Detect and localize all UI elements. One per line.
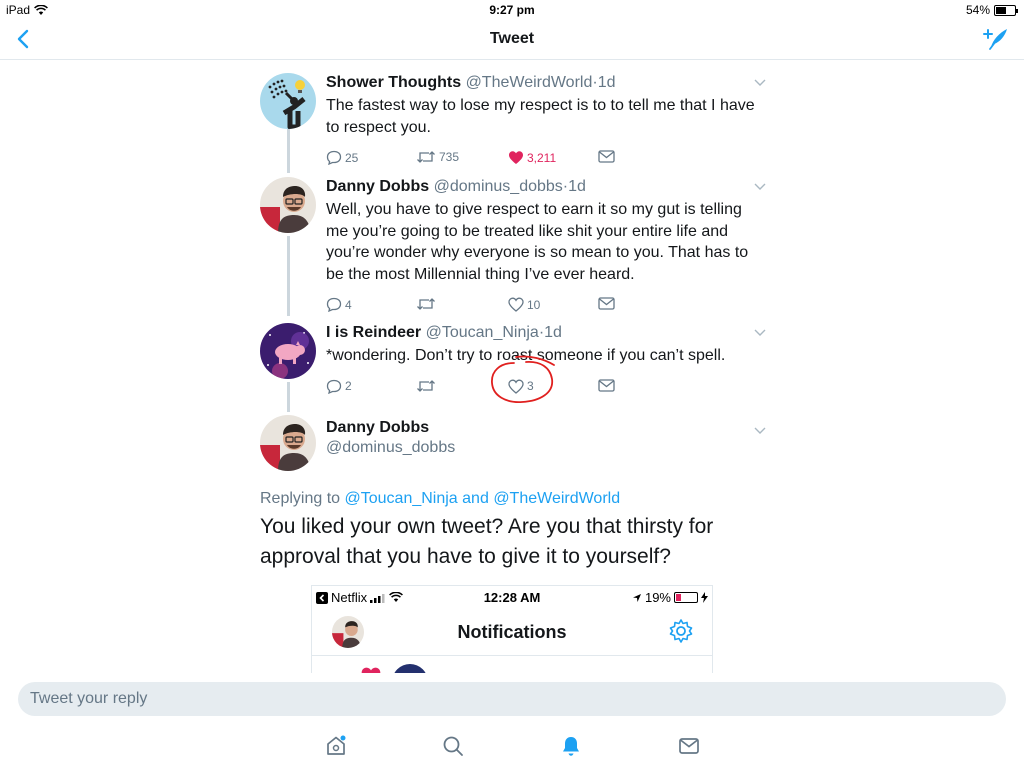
tweet-time: 1d xyxy=(568,178,586,195)
shower-avatar-icon xyxy=(260,73,316,129)
chevron-down-icon[interactable] xyxy=(754,427,766,435)
pig-avatar-icon xyxy=(260,323,316,379)
person-avatar-icon xyxy=(260,415,316,471)
mention-link[interactable]: @TheWeirdWorld xyxy=(493,490,620,507)
heart-filled-icon xyxy=(361,667,381,673)
reply-count: 4 xyxy=(345,297,352,312)
reply-icon xyxy=(326,297,342,312)
tweet-text: Well, you have to give respect to earn i… xyxy=(326,201,749,283)
battery-icon xyxy=(674,592,698,603)
retweet-count: 735 xyxy=(439,150,460,164)
author-name[interactable]: Danny Dobbs xyxy=(326,419,455,437)
embedded-header: Notifications xyxy=(312,612,712,656)
message-button[interactable] xyxy=(598,150,615,163)
annotation-circle xyxy=(491,355,555,403)
status-bar: iPad 9:27 pm 54% xyxy=(0,0,1024,20)
retweet-icon xyxy=(417,379,435,392)
thread-tweet[interactable]: Danny Dobbs @dominus_dobbs·1d Well, you … xyxy=(260,177,770,317)
reply-icon xyxy=(326,150,342,165)
tab-bar xyxy=(0,724,1024,768)
author-handle[interactable]: @dominus_dobbs xyxy=(326,439,455,457)
reply-button[interactable]: 2 xyxy=(326,379,352,394)
chevron-down-icon[interactable] xyxy=(754,183,766,191)
reply-input[interactable] xyxy=(18,682,1006,716)
embedded-status-bar: Netflix 12:28 AM 19% xyxy=(312,586,712,608)
embedded-title: Notifications xyxy=(457,622,567,642)
reply-count: 2 xyxy=(345,379,352,393)
author-handle[interactable]: @dominus_dobbs xyxy=(434,178,563,195)
author-name[interactable]: I is Reindeer xyxy=(326,324,421,341)
attached-image[interactable]: Netflix 12:28 AM 19% Notifications xyxy=(311,585,713,673)
heart-filled-icon xyxy=(509,151,523,164)
heart-outline-icon xyxy=(508,297,524,312)
like-count: 3,211 xyxy=(527,150,557,165)
retweet-icon xyxy=(417,298,435,310)
reply-icon xyxy=(326,379,342,394)
avatar[interactable] xyxy=(260,323,316,379)
reply-button[interactable]: 25 xyxy=(326,150,358,165)
retweet-button[interactable] xyxy=(416,379,439,393)
navigation-bar: Tweet xyxy=(0,20,1024,60)
like-button[interactable]: 10 xyxy=(508,297,540,312)
messages-envelope-icon[interactable] xyxy=(677,734,701,758)
message-button[interactable] xyxy=(598,297,615,310)
author-name[interactable]: Danny Dobbs xyxy=(326,178,429,195)
message-button[interactable] xyxy=(598,378,615,392)
status-time: 9:27 pm xyxy=(489,3,535,17)
reply-button[interactable]: 4 xyxy=(326,297,352,312)
avatar[interactable] xyxy=(260,177,316,233)
tweet-detail: Shower Thoughts @TheWeirdWorld·1d The fa… xyxy=(0,61,1024,673)
home-icon[interactable] xyxy=(324,734,348,758)
person-avatar-icon xyxy=(260,177,316,233)
tweet-time: 1d xyxy=(544,324,562,341)
gear-icon xyxy=(669,619,693,643)
reply-count: 25 xyxy=(345,150,359,165)
search-icon[interactable] xyxy=(441,734,465,758)
retweet-button[interactable]: 735 xyxy=(416,150,459,164)
chevron-down-icon[interactable] xyxy=(754,329,766,337)
author-name[interactable]: Shower Thoughts xyxy=(326,74,461,91)
author-handle[interactable]: @Toucan_Ninja xyxy=(426,324,539,341)
thread-tweet[interactable]: Shower Thoughts @TheWeirdWorld·1d The fa… xyxy=(260,73,770,168)
avatar[interactable] xyxy=(260,415,316,471)
reply-field[interactable] xyxy=(18,682,1006,716)
tweet-time: 1d xyxy=(597,74,616,91)
like-count: 10 xyxy=(527,297,541,312)
mention-link[interactable]: @Toucan_Ninja xyxy=(345,490,458,507)
avatar xyxy=(392,664,428,673)
notifications-bell-icon[interactable] xyxy=(559,734,583,758)
tweet-actions: 4 10 xyxy=(326,297,766,315)
charging-bolt-icon xyxy=(701,592,708,603)
battery-icon xyxy=(994,4,1018,16)
main-tweet-text: You liked your own tweet? Are you that t… xyxy=(260,515,714,568)
avatar[interactable] xyxy=(260,73,316,129)
like-button[interactable]: 3,211 xyxy=(508,150,556,165)
chevron-down-icon[interactable] xyxy=(754,79,766,87)
retweet-icon xyxy=(417,151,435,163)
replying-prefix: Replying to xyxy=(260,490,341,507)
compose-tweet-icon[interactable] xyxy=(982,26,1010,52)
envelope-icon xyxy=(598,150,615,163)
replying-to: Replying to @Toucan_Ninja and @TheWeirdW… xyxy=(260,490,620,508)
envelope-icon xyxy=(598,297,615,310)
page-title: Tweet xyxy=(489,30,535,47)
retweet-button[interactable] xyxy=(416,297,439,311)
envelope-icon xyxy=(598,378,615,392)
embedded-battery-percent: 19% xyxy=(644,590,671,605)
battery-percent: 54% xyxy=(965,3,990,17)
replying-and[interactable]: and xyxy=(462,490,489,507)
main-tweet-author[interactable]: Danny Dobbs @dominus_dobbs xyxy=(260,415,770,475)
tweet-actions: 25 735 3,211 xyxy=(326,150,766,168)
tweet-text: The fastest way to lose my respect is to… xyxy=(326,97,755,136)
author-handle[interactable]: @TheWeirdWorld xyxy=(466,74,593,91)
location-arrow-icon xyxy=(632,593,641,602)
